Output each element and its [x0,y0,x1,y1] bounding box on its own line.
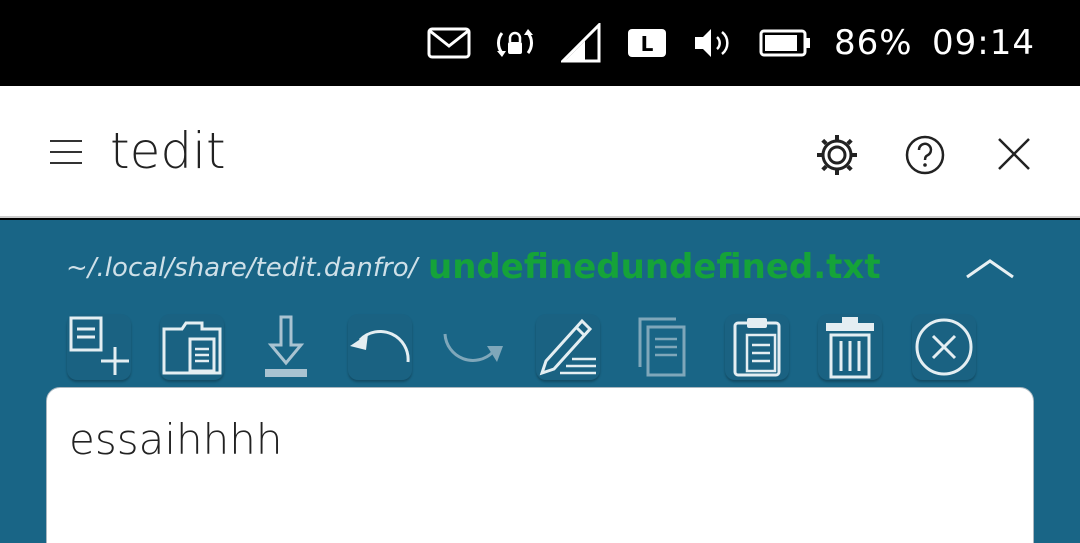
menu-icon[interactable] [44,130,88,174]
mail-icon [426,22,472,64]
copy-button[interactable] [630,314,694,380]
text-editor[interactable]: essaihhhh [46,387,1034,543]
file-name: undefinedundefined.txt [428,247,881,287]
paste-button[interactable] [725,314,789,380]
close-circle-icon [913,316,975,378]
open-file-button[interactable] [160,314,224,380]
signal-icon [560,22,602,64]
save-button[interactable] [254,314,318,380]
undo-button[interactable] [348,314,412,380]
editor-panel: ~/.local/share/tedit.danfro/ undefinedun… [0,220,1080,543]
battery-icon [758,22,812,64]
edit-button[interactable] [536,314,600,380]
settings-icon[interactable] [812,130,862,180]
download-icon [261,315,311,379]
app-header: tedit [0,86,1080,218]
help-icon[interactable] [900,130,950,180]
folder-icon [160,317,224,377]
undo-icon [348,324,412,370]
delete-button[interactable] [818,314,882,380]
editor-content[interactable]: essaihhhh [69,412,283,468]
close-file-button[interactable] [912,314,976,380]
new-file-icon [67,315,131,379]
network-type-icon: L [626,22,668,64]
new-file-button[interactable] [67,314,131,380]
rotation-lock-icon [492,22,538,64]
clipboard-icon [729,315,785,379]
chevron-up-icon[interactable] [960,248,1020,288]
file-path: ~/.local/share/tedit.danfro/ [66,253,418,283]
status-bar: L 86% 09:14 [0,0,1080,86]
clock: 09:14 [932,23,1035,63]
pencil-icon [536,317,600,377]
copy-icon [634,315,690,379]
network-badge-label: L [641,32,654,56]
redo-button[interactable] [441,314,505,380]
close-icon[interactable] [990,130,1038,178]
toolbar [0,314,1080,384]
redo-icon [441,324,505,370]
page-title: tedit [110,122,226,180]
battery-percent: 86% [834,23,913,63]
trash-icon [822,315,878,379]
volume-icon [692,22,734,64]
